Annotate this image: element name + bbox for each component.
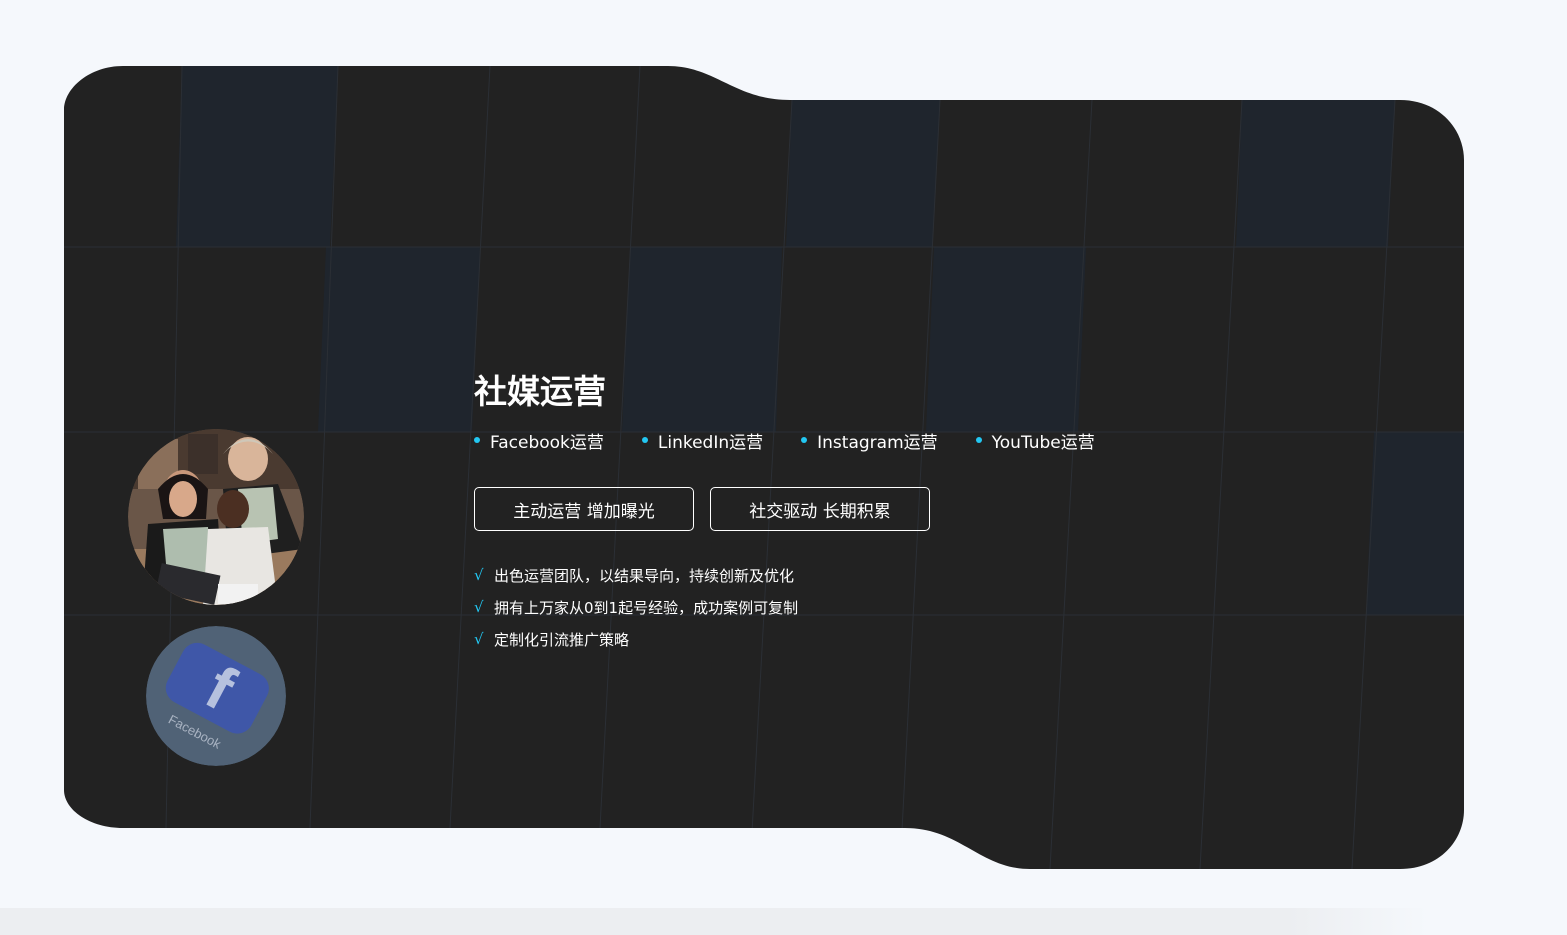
- platform-label: LinkedIn运营: [657, 432, 764, 453]
- active-operation-button[interactable]: 主动运营 增加曝光: [474, 487, 694, 531]
- section-content: 社媒运营 Facebook运营 LinkedIn运营 Instagram运营 Y…: [474, 370, 1274, 655]
- check-icon: √: [474, 566, 484, 584]
- platform-label: Facebook运营: [490, 432, 604, 453]
- social-driven-button[interactable]: 社交驱动 长期积累: [710, 487, 930, 531]
- platform-item-linkedin[interactable]: LinkedIn运营: [641, 428, 764, 453]
- check-icon: √: [474, 630, 484, 648]
- feature-item: √ 拥有上万家从0到1起号经验，成功案例可复制: [474, 591, 1274, 623]
- feature-list: √ 出色运营团队，以结果导向，持续创新及优化 √ 拥有上万家从0到1起号经验，成…: [474, 559, 1274, 655]
- platform-list: Facebook运营 LinkedIn运营 Instagram运营 YouTub…: [474, 428, 1274, 453]
- platform-label: YouTube运营: [991, 432, 1095, 453]
- section-title: 社媒运营: [474, 372, 606, 411]
- platform-item-instagram[interactable]: Instagram运营: [801, 428, 938, 453]
- bullet-icon: [641, 437, 648, 443]
- button-group: 主动运营 增加曝光 社交驱动 长期积累: [474, 487, 1274, 531]
- page: f Facebook 社媒运营 Facebook运营 LinkedIn运营 In…: [0, 0, 1567, 935]
- facebook-app-icon: f Facebook: [146, 626, 286, 766]
- platform-label: Instagram运营: [817, 432, 938, 453]
- feature-item: √ 出色运营团队，以结果导向，持续创新及优化: [474, 559, 1274, 591]
- team-photo: [128, 429, 304, 605]
- bullet-icon: [801, 437, 808, 443]
- feature-text: 出色运营团队，以结果导向，持续创新及优化: [494, 566, 795, 585]
- check-icon: √: [474, 598, 484, 616]
- bullet-icon: [975, 437, 982, 443]
- bullet-icon: [474, 437, 480, 443]
- feature-text: 拥有上万家从0到1起号经验，成功案例可复制: [494, 598, 799, 617]
- feature-text: 定制化引流推广策略: [494, 630, 630, 649]
- platform-item-youtube[interactable]: YouTube运营: [975, 428, 1095, 453]
- platform-item-facebook[interactable]: Facebook运营: [474, 428, 604, 453]
- feature-item: √ 定制化引流推广策略: [474, 623, 1274, 655]
